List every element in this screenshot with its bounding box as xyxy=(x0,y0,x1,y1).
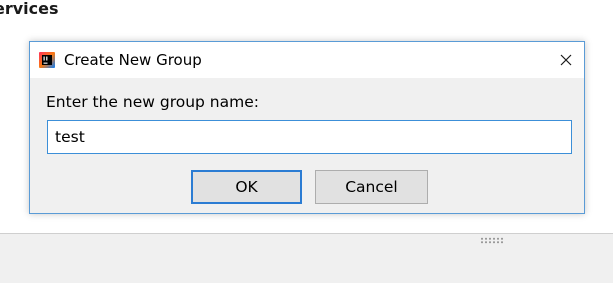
dialog-title: Create New Group xyxy=(64,51,202,69)
group-name-label: Enter the new group name: xyxy=(46,93,259,111)
close-button[interactable] xyxy=(548,42,584,78)
resize-grip-icon[interactable] xyxy=(480,237,504,244)
intellij-idea-icon xyxy=(39,52,55,68)
ok-button[interactable]: OK xyxy=(191,170,302,204)
background-panel xyxy=(0,233,613,283)
services-section-title: ervices xyxy=(0,0,59,18)
create-new-group-dialog: Create New Group Enter the new group nam… xyxy=(29,41,585,214)
group-name-input[interactable] xyxy=(47,120,572,154)
dialog-titlebar[interactable]: Create New Group xyxy=(30,42,584,78)
close-icon xyxy=(560,54,572,66)
cancel-button[interactable]: Cancel xyxy=(315,170,428,204)
